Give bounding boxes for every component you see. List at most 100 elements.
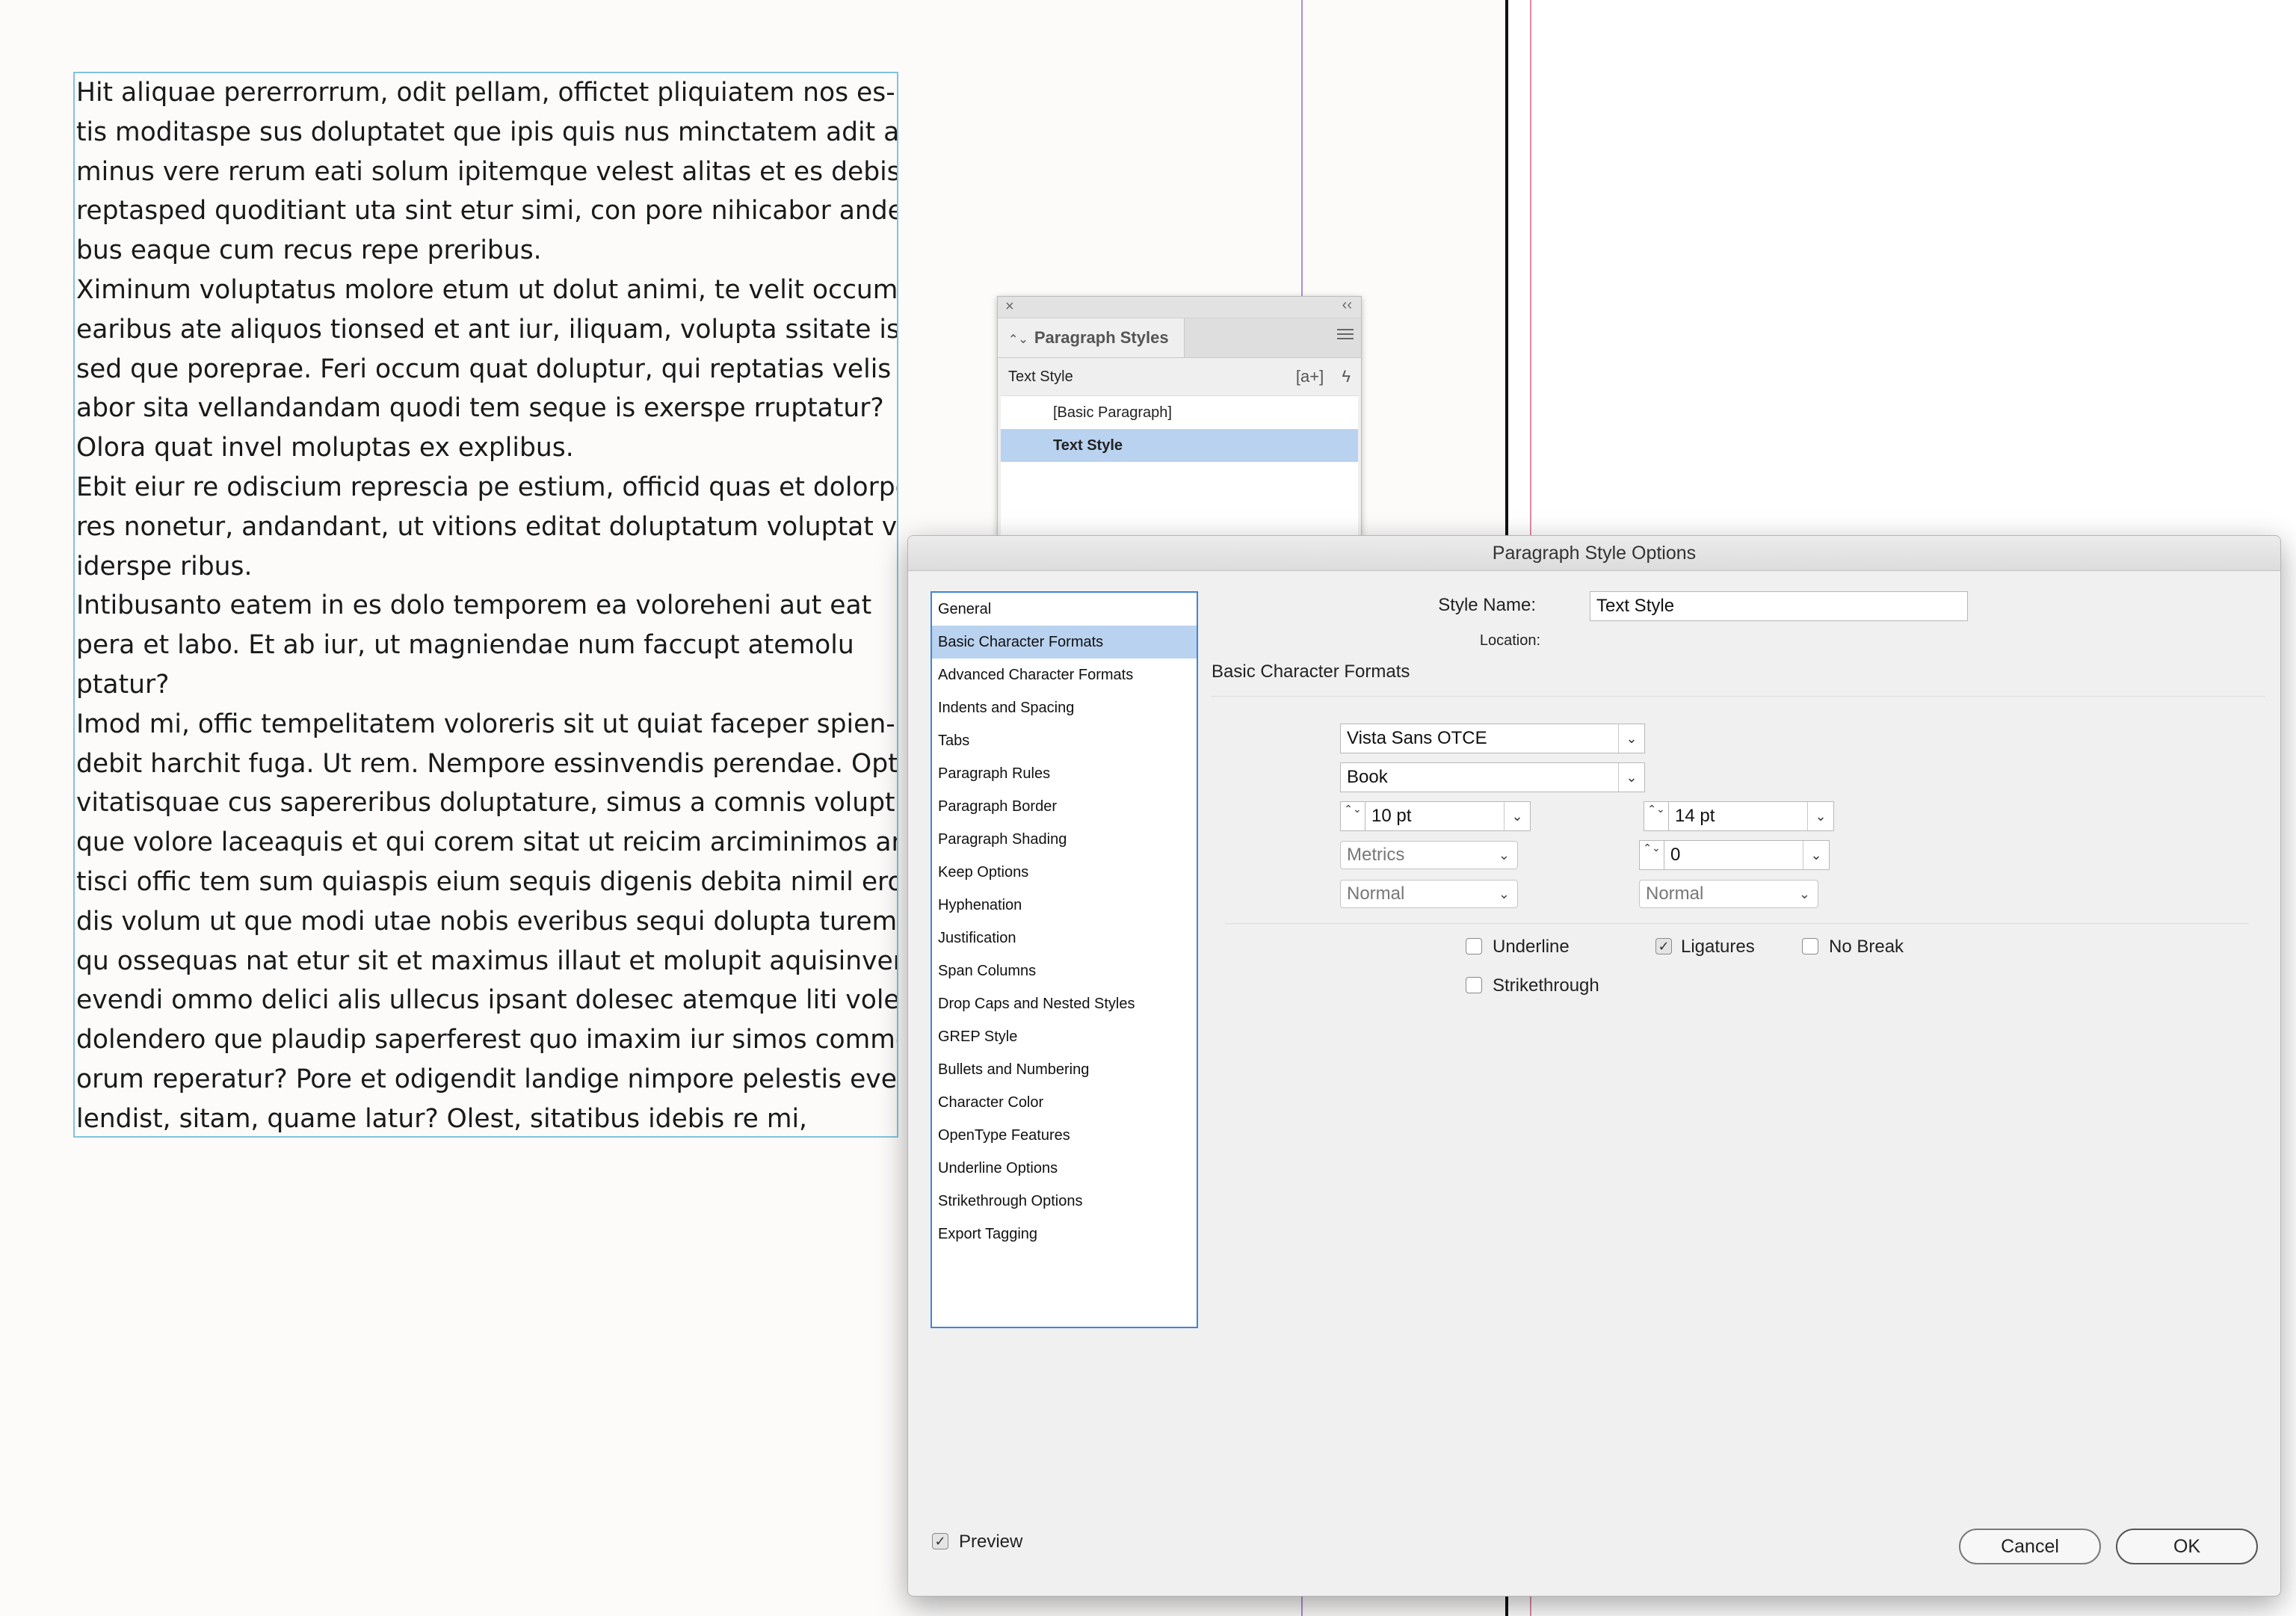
text-line: Ebit eiur re odiscium represcia pe estiu… (76, 472, 898, 502)
leading-combo[interactable]: 14 pt ⌄ (1668, 801, 1834, 831)
category-item[interactable]: OpenType Features (932, 1119, 1197, 1152)
text-line: earibus ate aliquos tionsed et ant iur, … (76, 314, 898, 345)
style-name-label: Style Name: (1438, 595, 1536, 615)
close-icon[interactable]: × (1005, 298, 1014, 315)
text-line: sed que poreprae. Feri occum quat dolupt… (76, 354, 892, 384)
style-list-item[interactable]: [Basic Paragraph] (1001, 396, 1358, 429)
category-item[interactable]: Hyphenation (932, 889, 1197, 922)
text-line: res nonetur, andandant, ut vitions edita… (76, 511, 898, 542)
category-item[interactable]: GREP Style (932, 1020, 1197, 1053)
chevron-down-icon: ⌄ (1498, 848, 1510, 863)
tracking-stepper[interactable]: ⌃⌄ (1639, 840, 1664, 870)
underline-checkbox[interactable] (1466, 938, 1482, 955)
text-line: orum reperatur? Pore et odigendit landig… (76, 1064, 898, 1094)
text-line: ptatur? (76, 669, 170, 700)
text-line: tis moditaspe sus doluptatet que ipis qu… (76, 117, 898, 147)
category-item[interactable]: Strikethrough Options (932, 1185, 1197, 1218)
divider (1212, 696, 2265, 697)
tab-paragraph-styles[interactable]: ⌃⌄ Paragraph Styles (998, 318, 1185, 357)
panel-tab-row: ⌃⌄ Paragraph Styles (998, 318, 1361, 358)
tab-label: Paragraph Styles (1034, 328, 1169, 347)
no-break-checkbox[interactable] (1802, 938, 1818, 955)
location-label: Location: (1479, 632, 1540, 649)
chevron-down-icon[interactable]: ⌄ (1504, 802, 1530, 830)
current-style-label: Text Style (1008, 368, 1073, 385)
text-line: Intibusanto eatem in es dolo temporem ea… (76, 590, 872, 621)
text-frame[interactable]: Hit aliquae pererrorrum, odit pellam, of… (73, 72, 898, 1138)
category-item[interactable]: Paragraph Shading (932, 823, 1197, 856)
category-item[interactable]: Export Tagging (932, 1218, 1197, 1250)
lightning-icon[interactable]: ϟ (1342, 367, 1351, 386)
position-value: Normal (1646, 883, 1704, 904)
tracking-combo[interactable]: 0 ⌄ (1664, 840, 1830, 870)
new-style-from-selection-icon[interactable]: [a+] (1296, 367, 1324, 386)
category-item[interactable]: Keep Options (932, 856, 1197, 889)
chevron-down-icon: ⌄ (1498, 886, 1510, 901)
tracking-value: 0 (1670, 845, 1681, 865)
chevron-updown-icon: ⌃⌄ (1008, 333, 1028, 346)
text-line: Imod mi, offic tempelitatem voloreris si… (76, 709, 895, 739)
ligatures-label: Ligatures (1681, 937, 1755, 957)
size-stepper[interactable]: ⌃⌄ (1340, 801, 1365, 831)
text-line: abor sita vellandandam quodi tem seque i… (76, 393, 884, 424)
font-style-combo[interactable]: Book ⌄ (1340, 762, 1645, 792)
text-line: pera et labo. Et ab iur, ut magniendae n… (76, 630, 854, 661)
text-line: reptasped quoditiant uta sint etur simi,… (76, 196, 898, 226)
collapse-icon[interactable]: ‹‹ (1342, 297, 1352, 314)
category-item[interactable]: Bullets and Numbering (932, 1053, 1197, 1086)
strikethrough-checkbox[interactable] (1466, 977, 1482, 993)
ligatures-checkbox[interactable]: ✓ (1655, 938, 1672, 955)
category-item[interactable]: Justification (932, 922, 1197, 955)
kerning-select[interactable]: Metrics ⌄ (1340, 841, 1518, 869)
category-item[interactable]: Underline Options (932, 1152, 1197, 1185)
text-line: Olora quat invel moluptas ex explibus. (76, 433, 574, 463)
preview-checkbox[interactable]: ✓ (932, 1533, 948, 1549)
category-item[interactable]: Basic Character Formats (932, 626, 1197, 659)
size-value: 10 pt (1371, 806, 1412, 826)
chevron-down-icon[interactable]: ⌄ (1803, 841, 1829, 869)
style-list-item[interactable]: Text Style (1001, 429, 1358, 462)
chevron-down-icon: ⌄ (1798, 886, 1810, 901)
case-select[interactable]: Normal ⌄ (1340, 880, 1518, 908)
text-line: evendi ommo delici alis ullecus ipsant d… (76, 985, 898, 1016)
category-item[interactable]: Character Color (932, 1086, 1197, 1119)
font-family-combo[interactable]: Vista Sans OTCE ⌄ (1340, 724, 1645, 753)
position-select[interactable]: Normal ⌄ (1639, 880, 1818, 908)
underline-label: Underline (1493, 937, 1570, 957)
text-line: debit harchit fuga. Ut rem. Nempore essi… (76, 748, 898, 779)
leading-value: 14 pt (1675, 806, 1715, 826)
text-line: lendist, sitam, quame latur? Olest, sita… (76, 1103, 808, 1134)
leading-stepper[interactable]: ⌃⌄ (1644, 801, 1669, 831)
chevron-down-icon[interactable]: ⌄ (1618, 724, 1644, 753)
panel-topbar: × ‹‹ (998, 297, 1361, 318)
text-line: minus vere rerum eati solum ipitemque ve… (76, 156, 898, 187)
paragraph-styles-panel: × ‹‹ ⌃⌄ Paragraph Styles Text Style [a+] … (997, 296, 1362, 559)
category-item[interactable]: Span Columns (932, 955, 1197, 987)
text-line: bus eaque cum recus repe preribus. (76, 235, 542, 266)
text-line: tisci offic tem sum quiaspis eium sequis… (76, 866, 898, 897)
category-item[interactable]: Paragraph Border (932, 790, 1197, 823)
size-combo[interactable]: 10 pt ⌄ (1365, 801, 1531, 831)
dialog-title: Paragraph Style Options (908, 536, 2280, 571)
font-family-value: Vista Sans OTCE (1347, 728, 1487, 748)
chevron-down-icon[interactable]: ⌄ (1618, 763, 1644, 792)
style-name-input[interactable]: Text Style (1590, 591, 1968, 621)
category-item[interactable]: Drop Caps and Nested Styles (932, 987, 1197, 1020)
text-line: que volore laceaquis et qui corem sitat … (76, 827, 898, 858)
no-break-label: No Break (1829, 937, 1904, 957)
category-item[interactable]: General (932, 593, 1197, 626)
case-value: Normal (1347, 883, 1405, 904)
category-list: General Basic Character Formats Advanced C… (931, 591, 1198, 1328)
category-item[interactable]: Indents and Spacing (932, 691, 1197, 724)
category-item[interactable]: Tabs (932, 724, 1197, 757)
text-line: Hit aliquae pererrorrum, odit pellam, of… (76, 78, 895, 108)
cancel-button[interactable]: Cancel (1959, 1529, 2101, 1564)
chevron-down-icon[interactable]: ⌄ (1807, 802, 1833, 830)
panel-menu-icon[interactable] (1337, 329, 1354, 342)
ok-button[interactable]: OK (2116, 1529, 2258, 1564)
text-line: qu ossequas nat etur sit et maximus illa… (76, 946, 898, 976)
category-item[interactable]: Advanced Character Formats (932, 659, 1197, 691)
text-line: vitatisquae cus sapereribus doluptature,… (76, 788, 898, 818)
current-style-row: Text Style [a+] ϟ (998, 358, 1361, 395)
category-item[interactable]: Paragraph Rules (932, 757, 1197, 790)
